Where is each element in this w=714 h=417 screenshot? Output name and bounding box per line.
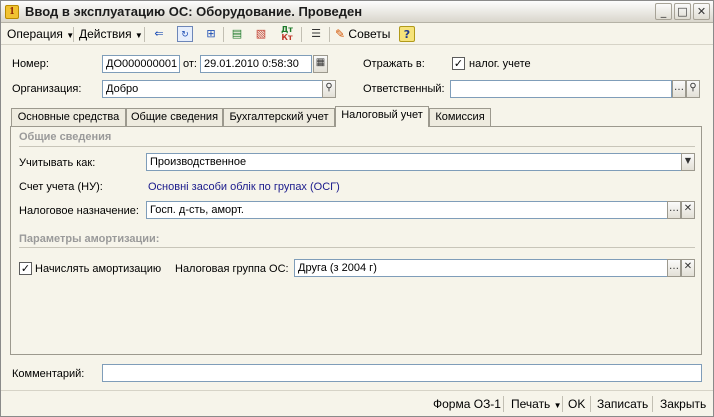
save-button[interactable]: Записать	[597, 397, 648, 411]
help-icon[interactable]: ?	[399, 26, 415, 42]
comment-label: Комментарий:	[12, 368, 85, 380]
document-window: 1 Ввод в эксплуатацию ОС: Оборудование. …	[0, 0, 714, 417]
organization-field[interactable]: Добро	[102, 80, 323, 98]
tax-group-field[interactable]: Друга (з 2004 г)	[294, 259, 668, 277]
depreciation-section-title: Параметры амортизации:	[19, 233, 160, 245]
actions-menu[interactable]: Действия ▼	[79, 25, 143, 43]
operation-menu-label: Операция	[7, 27, 63, 41]
ok-button[interactable]: OK	[568, 397, 585, 411]
organization-label: Организация:	[12, 83, 82, 95]
select-ellipsis-icon[interactable]: …	[667, 259, 681, 277]
1c-document-icon: 1	[5, 5, 19, 19]
tax-group-label: Налоговая группа ОС:	[175, 263, 289, 275]
responsible-field[interactable]	[450, 80, 672, 98]
kt-label: Кт	[281, 33, 293, 42]
tab-fixed-assets[interactable]: Основные средства	[11, 108, 126, 126]
maximize-button[interactable]: □	[674, 3, 691, 20]
section-divider	[19, 247, 695, 248]
close-window-button[interactable]: ✕	[693, 3, 710, 20]
enter-on-basis-icon[interactable]: ⇐	[151, 26, 167, 42]
search-icon[interactable]: ⚲	[686, 80, 700, 98]
form-os1-button[interactable]: Форма ОЗ-1	[433, 397, 501, 411]
actions-menu-label: Действия	[79, 27, 132, 41]
responsible-label: Ответственный:	[363, 83, 445, 95]
advice-button[interactable]: ✎ Советы	[335, 25, 390, 43]
section-divider	[19, 146, 695, 147]
dropdown-arrow-icon: ▼	[134, 31, 143, 40]
post-document-icon[interactable]: ▤	[229, 26, 245, 42]
account-as-label: Учитывать как:	[19, 157, 96, 169]
reflect-label: Отражать в:	[363, 58, 425, 70]
accrue-depreciation-checkbox[interactable]: ✓	[19, 262, 32, 275]
date-label: от:	[183, 58, 197, 70]
tax-accounting-panel: Общие сведения Учитывать как: Производст…	[10, 126, 702, 355]
select-ellipsis-icon[interactable]: …	[667, 201, 681, 219]
number-field[interactable]: ДО000000001	[102, 55, 180, 73]
accrue-depreciation-label: Начислять амортизацию	[35, 263, 162, 275]
account-link[interactable]: Основні засоби облік по групах (ОСГ)	[148, 181, 340, 193]
list-icon[interactable]: ☰	[308, 26, 324, 42]
advice-icon: ✎	[335, 27, 346, 41]
tax-accounting-label: налог. учете	[469, 58, 531, 70]
tax-accounting-checkbox[interactable]: ✓	[452, 57, 465, 70]
print-button[interactable]: Печать ▼	[511, 397, 562, 411]
number-label: Номер:	[12, 58, 49, 70]
date-field[interactable]: 29.01.2010 0:58:30	[200, 55, 312, 73]
tab-accounting[interactable]: Бухгалтерский учет	[223, 108, 335, 126]
refresh-document-icon[interactable]: ↻	[177, 26, 193, 42]
clear-icon[interactable]: ✕	[681, 201, 695, 219]
tax-purpose-field[interactable]: Госп. д-сть, аморт.	[146, 201, 668, 219]
tab-commission[interactable]: Комиссия	[429, 108, 491, 126]
tab-tax-accounting[interactable]: Налоговый учет	[335, 106, 429, 127]
window-title: Ввод в эксплуатацию ОС: Оборудование. Пр…	[25, 4, 363, 19]
tax-purpose-label: Налоговое назначение:	[19, 205, 139, 217]
operation-menu[interactable]: Операция ▼	[7, 25, 74, 43]
general-info-section-title: Общие сведения	[19, 131, 112, 143]
close-button[interactable]: Закрыть	[660, 397, 706, 411]
clear-icon[interactable]: ✕	[681, 259, 695, 277]
title-bar: 1 Ввод в эксплуатацию ОС: Оборудование. …	[1, 1, 713, 23]
structure-icon[interactable]: ⊞	[203, 26, 219, 42]
dropdown-arrow-icon[interactable]: ▼	[681, 153, 695, 171]
comment-field[interactable]	[102, 364, 702, 382]
unpost-document-icon[interactable]: ▧	[253, 26, 269, 42]
dropdown-arrow-icon: ▼	[553, 401, 562, 410]
calendar-icon[interactable]: ▦	[313, 55, 328, 73]
toolbar: Операция ▼ Действия ▼ ⇐ ↻ ⊞ ▤ ▧ Дт Кт ☰ …	[1, 23, 713, 45]
dt-kt-icon[interactable]: Дт Кт	[279, 26, 295, 42]
tab-general-info[interactable]: Общие сведения	[126, 108, 223, 126]
print-label: Печать	[511, 397, 551, 411]
account-label: Счет учета (НУ):	[19, 181, 103, 193]
select-ellipsis-icon[interactable]: …	[672, 80, 686, 98]
bottom-bar: Форма ОЗ-1 Печать ▼ OK Записать Закрыть	[1, 390, 713, 416]
minimize-button[interactable]: _	[655, 3, 672, 20]
advice-label: Советы	[348, 27, 391, 41]
account-as-select[interactable]: Производственное	[146, 153, 682, 171]
search-icon[interactable]: ⚲	[322, 80, 336, 98]
